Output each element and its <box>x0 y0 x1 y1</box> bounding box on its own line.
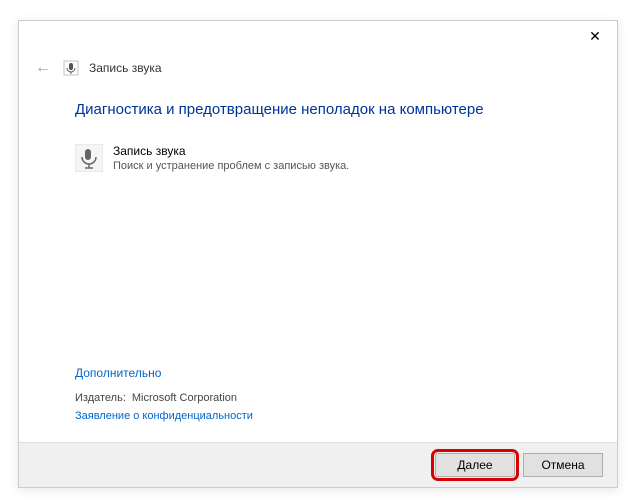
item-description: Поиск и устранение проблем с записью зву… <box>113 160 349 172</box>
privacy-link[interactable]: Заявление о конфиденциальности <box>75 410 253 422</box>
close-icon: ✕ <box>589 28 601 45</box>
bottom-section: Дополнительно Издатель: Microsoft Corpor… <box>75 366 577 432</box>
recording-icon <box>75 144 103 172</box>
next-button[interactable]: Далее <box>435 453 515 477</box>
troubleshooter-item: Запись звука Поиск и устранение проблем … <box>75 144 577 172</box>
content-area: Диагностика и предотвращение неполадок н… <box>19 81 617 442</box>
advanced-link[interactable]: Дополнительно <box>75 366 161 380</box>
titlebar: ✕ <box>19 21 617 51</box>
publisher-value: Microsoft Corporation <box>132 392 237 404</box>
cancel-button[interactable]: Отмена <box>523 453 603 477</box>
close-button[interactable]: ✕ <box>573 21 617 51</box>
item-text: Запись звука Поиск и устранение проблем … <box>113 144 349 172</box>
back-arrow-icon: ← <box>33 59 53 77</box>
page-title: Диагностика и предотвращение неполадок н… <box>75 101 577 118</box>
troubleshooter-window: ✕ ← Запись звука Диагностика и предотвра… <box>18 20 618 488</box>
microphone-icon <box>63 60 79 76</box>
wizard-title: Запись звука <box>89 61 162 75</box>
wizard-header: ← Запись звука <box>19 51 617 81</box>
footer: Далее Отмена <box>19 442 617 487</box>
item-title: Запись звука <box>113 144 349 158</box>
publisher-label: Издатель: <box>75 392 126 404</box>
publisher-row: Издатель: Microsoft Corporation <box>75 392 577 404</box>
